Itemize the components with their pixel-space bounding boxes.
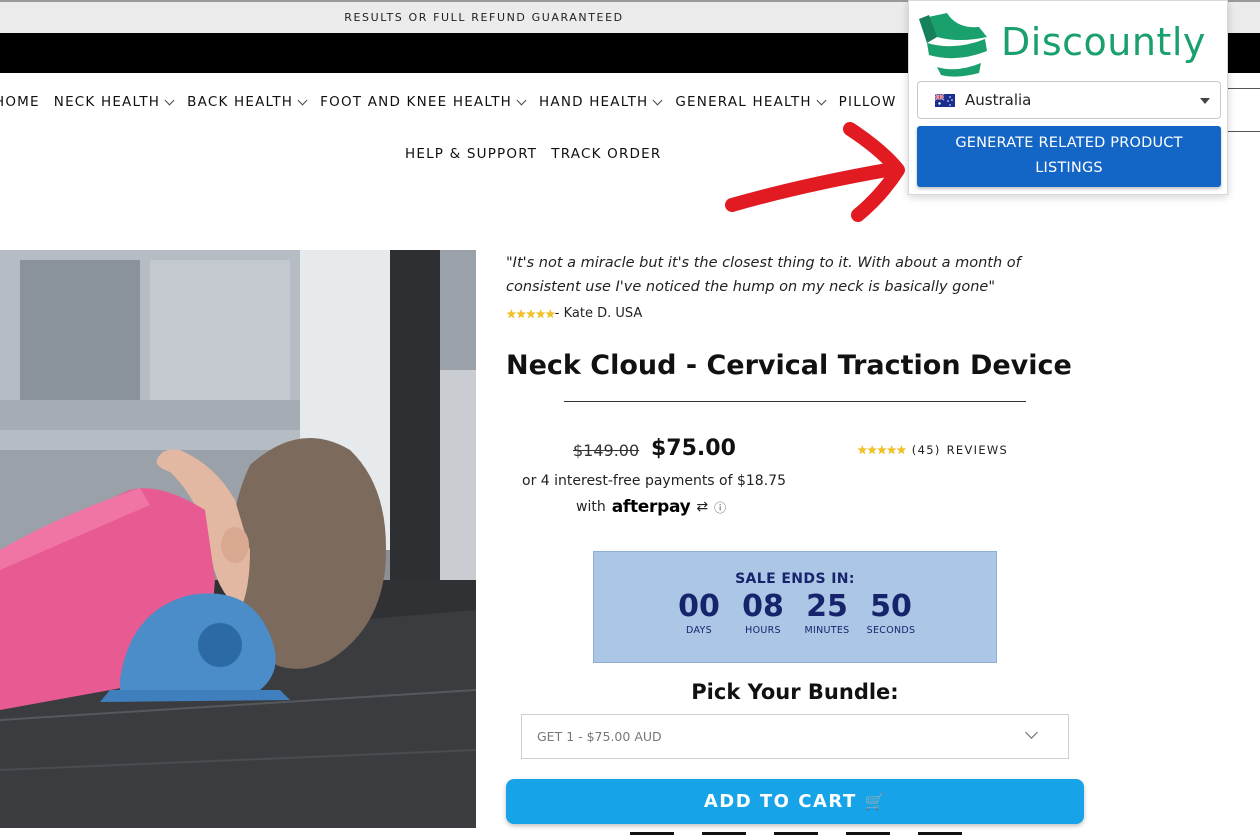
bundle-selected-value: GET 1 - $75.00 AUD <box>537 729 662 744</box>
payment-icon <box>918 832 962 840</box>
button-label-line: GENERATE RELATED PRODUCT <box>955 135 1183 151</box>
payment-icon <box>846 832 890 840</box>
countdown-seconds: 50 SECONDS <box>865 589 917 636</box>
countdown-label: SECONDS <box>866 625 916 636</box>
nav-track-order[interactable]: TRACK ORDER <box>551 146 661 162</box>
nav-back-health[interactable]: BACK HEALTH <box>187 94 308 110</box>
quote-line: "It's not a miracle but it's the closest… <box>506 255 1021 271</box>
countdown-value: 08 <box>742 589 784 624</box>
countdown-label: MINUTES <box>804 625 850 636</box>
main-nav: HOME NECK HEALTH BACK HEALTH FOOT AND KN… <box>0 94 897 110</box>
countdown-days: 00 DAYS <box>673 589 725 636</box>
countdown-value: 00 <box>678 589 720 624</box>
search-box-edge[interactable] <box>1226 88 1260 132</box>
bundle-heading: Pick Your Bundle: <box>691 680 899 704</box>
generate-listings-button[interactable]: GENERATE RELATED PRODUCT LISTINGS <box>917 126 1221 187</box>
country-select[interactable]: Australia <box>917 81 1221 119</box>
countdown-label: HOURS <box>745 625 781 636</box>
product-title: Neck Cloud - Cervical Traction Device <box>506 350 1072 381</box>
nav-label: HOME <box>0 94 40 110</box>
nav-label: NECK HEALTH <box>53 94 161 110</box>
afterpay-logo: afterpay <box>611 497 691 517</box>
payment-icon <box>702 832 746 840</box>
payment-icons <box>630 832 962 840</box>
countdown-row: 00 DAYS 08 HOURS 25 MINUTES 50 SECONDS <box>594 589 996 636</box>
reviewer-name: - Kate D. USA <box>554 306 643 321</box>
nav-label: HELP & SUPPORT <box>405 146 538 162</box>
chevron-down-icon <box>652 95 663 105</box>
testimonial-quote: "It's not a miracle but it's the closest… <box>506 251 1066 299</box>
announcement-text: RESULTS OR FULL REFUND GUARANTEED <box>344 11 624 24</box>
review-count: (45) <box>911 443 941 457</box>
page: RESULTS OR FULL REFUND GUARANTEED HOME N… <box>0 0 1260 840</box>
countdown-label: DAYS <box>686 625 712 636</box>
reviews-label: REVIEWS <box>946 443 1009 457</box>
afterpay-arrows-icon: ⇄ <box>696 499 709 515</box>
nav-label: GENERAL HEALTH <box>675 94 812 110</box>
countdown-value: 50 <box>870 589 912 624</box>
afterpay-line: with afterpay ⇄ ⓘ <box>576 497 726 517</box>
payment-icon <box>774 832 818 840</box>
nav-foot-knee-health[interactable]: FOOT AND KNEE HEALTH <box>320 94 527 110</box>
rating-stars-icon: ★★★★★ <box>506 306 556 321</box>
dropdown-caret-icon <box>1200 98 1210 104</box>
payment-icon <box>630 832 674 840</box>
discountly-popup: Discountly Australia GENERATE RELATED PR… <box>908 0 1228 195</box>
rating-stars-icon: ★★★★★ <box>857 443 907 457</box>
product-image[interactable] <box>0 250 476 828</box>
testimonial-author: ★★★★★ - Kate D. USA <box>506 306 642 321</box>
add-to-cart-label: ADD TO CART <box>703 791 857 812</box>
divider <box>564 401 1026 402</box>
quote-line: consistent use I've noticed the hump on … <box>506 279 996 295</box>
afterpay-with: with <box>576 499 606 515</box>
nav-pillow[interactable]: PILLOW <box>839 94 897 110</box>
nav-label: TRACK ORDER <box>551 146 662 162</box>
discountly-logo: Discountly <box>917 7 1206 77</box>
nav-label: HAND HEALTH <box>539 94 649 110</box>
discountly-brand: Discountly <box>1001 20 1206 64</box>
countdown-value: 25 <box>806 589 848 624</box>
chevron-down-icon <box>816 95 827 105</box>
button-label-line: LISTINGS <box>1035 160 1103 176</box>
reviews-link[interactable]: ★★★★★ (45) REVIEWS <box>857 443 1008 457</box>
country-value: Australia <box>965 91 1032 109</box>
nav-label: FOOT AND KNEE HEALTH <box>320 94 513 110</box>
secondary-nav: HELP & SUPPORT TRACK ORDER <box>405 146 661 162</box>
countdown-hours: 08 HOURS <box>737 589 789 636</box>
add-to-cart-button[interactable]: ADD TO CART 🛒 <box>506 779 1084 824</box>
nav-neck-health[interactable]: NECK HEALTH <box>53 94 175 110</box>
compare-price: $149.00 <box>573 441 640 460</box>
cart-icon: 🛒 <box>864 792 887 811</box>
chevron-down-icon <box>516 95 527 105</box>
nav-hand-health[interactable]: HAND HEALTH <box>539 94 663 110</box>
sale-countdown: SALE ENDS IN: 00 DAYS 08 HOURS 25 MINUTE… <box>593 551 997 663</box>
nav-home[interactable]: HOME <box>0 94 40 110</box>
australia-flag-icon <box>935 93 955 107</box>
countdown-heading: SALE ENDS IN: <box>735 571 855 587</box>
installments-text: or 4 interest-free payments of $18.75 <box>522 473 786 489</box>
nav-help-support[interactable]: HELP & SUPPORT <box>405 146 537 162</box>
info-icon[interactable]: ⓘ <box>714 499 726 516</box>
discountly-logo-icon <box>919 13 987 77</box>
countdown-minutes: 25 MINUTES <box>801 589 853 636</box>
chevron-down-icon <box>1025 726 1038 739</box>
bundle-select[interactable]: GET 1 - $75.00 AUD <box>521 714 1069 759</box>
nav-label: PILLOW <box>838 94 897 110</box>
chevron-down-icon <box>164 95 175 105</box>
nav-general-health[interactable]: GENERAL HEALTH <box>675 94 827 110</box>
red-arrow-annotation <box>725 122 905 222</box>
nav-label: BACK HEALTH <box>187 94 294 110</box>
chevron-down-icon <box>297 95 308 105</box>
sale-price: $75.00 <box>651 436 736 461</box>
